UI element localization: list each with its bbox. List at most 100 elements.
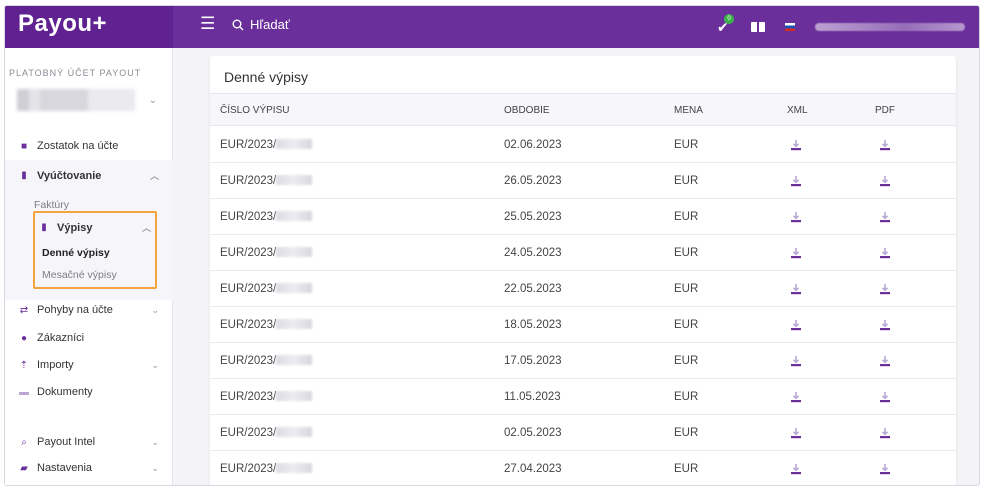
- download-xml-icon[interactable]: [790, 282, 802, 295]
- table-row[interactable]: EUR/2023/02.06.2023 EUR: [210, 127, 956, 163]
- chevron-down-icon: ⌄: [151, 359, 159, 370]
- download-xml-icon[interactable]: [790, 426, 802, 439]
- download-pdf-icon[interactable]: [879, 390, 891, 403]
- statement-number-redacted: [276, 391, 313, 401]
- sidebar-item-invoices[interactable]: Faktúry: [34, 199, 69, 211]
- payout-logo[interactable]: Payou+: [18, 10, 107, 38]
- sidebar-item-payout-intel[interactable]: ⌕ Payout Intel ⌄: [19, 436, 159, 448]
- statement-period: 24.05.2023: [504, 247, 562, 259]
- table-row[interactable]: EUR/2023/24.05.2023 EUR: [210, 235, 956, 271]
- top-bar: Payou+ ☰ Hľadať ✔ 0: [5, 6, 979, 48]
- statement-number-redacted: [276, 139, 313, 149]
- download-pdf-icon[interactable]: [879, 354, 891, 367]
- download-pdf-icon[interactable]: [879, 426, 891, 439]
- table-row[interactable]: EUR/2023/26.05.2023 EUR: [210, 163, 956, 199]
- statement-number: EUR/2023/: [220, 247, 313, 259]
- statement-period: 17.05.2023: [504, 355, 562, 367]
- statement-number: EUR/2023/: [220, 283, 313, 295]
- user-icon: ●: [20, 332, 28, 344]
- table-row[interactable]: EUR/2023/22.05.2023 EUR: [210, 271, 956, 307]
- download-pdf-icon[interactable]: [879, 174, 891, 187]
- statement-currency: EUR: [674, 319, 699, 331]
- download-pdf-icon[interactable]: [879, 462, 891, 475]
- download-xml-icon[interactable]: [790, 246, 802, 259]
- statement-number-text: EUR/2023/: [220, 211, 277, 223]
- notifications-button[interactable]: ✔ 0: [717, 14, 734, 34]
- statement-period: 02.05.2023: [504, 427, 562, 439]
- menu-icon[interactable]: ☰: [200, 15, 215, 33]
- sidebar-item-label: Vyúčtovanie: [37, 169, 102, 182]
- sidebar-item-imports[interactable]: ⇡ Importy ⌄: [19, 359, 159, 371]
- download-pdf-icon[interactable]: [879, 210, 891, 223]
- chevron-down-icon: ⌄: [151, 462, 159, 473]
- sidebar-item-label: Nastavenia: [37, 462, 93, 474]
- statement-number: EUR/2023/: [220, 427, 313, 439]
- download-xml-icon[interactable]: [790, 138, 802, 151]
- download-pdf-icon[interactable]: [879, 318, 891, 331]
- sidebar-item-customers[interactable]: ● Zákazníci: [19, 332, 159, 344]
- top-bar-actions: ✔ 0: [717, 6, 979, 48]
- download-pdf-icon[interactable]: [879, 282, 891, 295]
- statement-number: EUR/2023/: [220, 319, 313, 331]
- chevron-down-icon: ⌄: [151, 304, 159, 315]
- sidebar-item-settings[interactable]: ▰ Nastavenia ⌄: [19, 462, 159, 474]
- table-row[interactable]: EUR/2023/18.05.2023 EUR: [210, 307, 956, 343]
- sidebar-item-transactions[interactable]: ⇄ Pohyby na účte ⌄: [19, 304, 159, 316]
- statement-currency: EUR: [674, 211, 699, 223]
- sidebar-item-billing[interactable]: ▮ Vyúčtovanie ︿: [19, 169, 159, 182]
- download-xml-icon[interactable]: [790, 210, 802, 223]
- table-row[interactable]: EUR/2023/27.04.2023 EUR: [210, 451, 956, 485]
- statement-number: EUR/2023/: [220, 463, 313, 475]
- statement-period: 22.05.2023: [504, 283, 562, 295]
- app-window: Payou+ ☰ Hľadať ✔ 0 PLATOBNÝ ÚČET PAYOUT…: [4, 5, 980, 486]
- download-pdf-icon[interactable]: [879, 246, 891, 259]
- statement-number-redacted: [276, 175, 313, 185]
- statement-currency: EUR: [674, 139, 699, 151]
- book-icon[interactable]: [751, 22, 765, 32]
- statement-number-redacted: [276, 283, 313, 293]
- language-flag-icon[interactable]: [785, 23, 795, 31]
- download-xml-icon[interactable]: [790, 174, 802, 187]
- download-pdf-icon[interactable]: [879, 138, 891, 151]
- chevron-down-icon: ⌄: [151, 436, 159, 447]
- upload-icon: ⇡: [19, 359, 29, 371]
- download-xml-icon[interactable]: [790, 354, 802, 367]
- statement-number-redacted: [276, 463, 313, 473]
- statements-card: Denné výpisy ČÍSLO VÝPISU OBDOBIE MENA X…: [210, 56, 956, 485]
- wallet-icon: ■: [20, 140, 28, 152]
- statement-period: 25.05.2023: [504, 211, 562, 223]
- table-row[interactable]: EUR/2023/25.05.2023 EUR: [210, 199, 956, 235]
- sidebar-item-label: Importy: [37, 359, 74, 371]
- search-icon: [232, 19, 244, 30]
- table-row[interactable]: EUR/2023/11.05.2023 EUR: [210, 379, 956, 415]
- sidebar-item-label: Zákazníci: [37, 332, 85, 344]
- page-title: Denné výpisy: [224, 69, 309, 85]
- table-row[interactable]: EUR/2023/02.05.2023 EUR: [210, 415, 956, 451]
- account-selector[interactable]: ⌄: [17, 86, 157, 114]
- download-xml-icon[interactable]: [790, 462, 802, 475]
- column-header-number[interactable]: ČÍSLO VÝPISU: [220, 105, 289, 116]
- column-header-pdf: PDF: [875, 105, 895, 116]
- column-header-currency[interactable]: MENA: [674, 105, 703, 116]
- table-row[interactable]: EUR/2023/17.05.2023 EUR: [210, 343, 956, 379]
- sidebar-item-label: Pohyby na účte: [37, 304, 113, 316]
- statement-period: 26.05.2023: [504, 175, 562, 187]
- notification-badge: 0: [724, 14, 734, 24]
- transfer-icon: ⇄: [19, 304, 29, 316]
- statement-number-text: EUR/2023/: [220, 247, 277, 259]
- sidebar: PLATOBNÝ ÚČET PAYOUT ⌄ ■ Zostatok na účt…: [5, 48, 173, 485]
- sidebar-item-label: Zostatok na účte: [37, 140, 119, 152]
- statement-number-redacted: [276, 427, 313, 437]
- download-xml-icon[interactable]: [790, 390, 802, 403]
- sidebar-item-balance[interactable]: ■ Zostatok na účte: [19, 140, 159, 152]
- column-header-period[interactable]: OBDOBIE: [504, 105, 550, 116]
- statement-number-text: EUR/2023/: [220, 427, 277, 439]
- column-header-xml: XML: [787, 105, 808, 116]
- search-button[interactable]: Hľadať: [232, 17, 290, 32]
- statement-number-text: EUR/2023/: [220, 283, 277, 295]
- statement-currency: EUR: [674, 247, 699, 259]
- user-menu[interactable]: [815, 23, 965, 31]
- download-xml-icon[interactable]: [790, 318, 802, 331]
- statement-period: 18.05.2023: [504, 319, 562, 331]
- sidebar-item-documents[interactable]: ▬ Dokumenty: [19, 386, 159, 398]
